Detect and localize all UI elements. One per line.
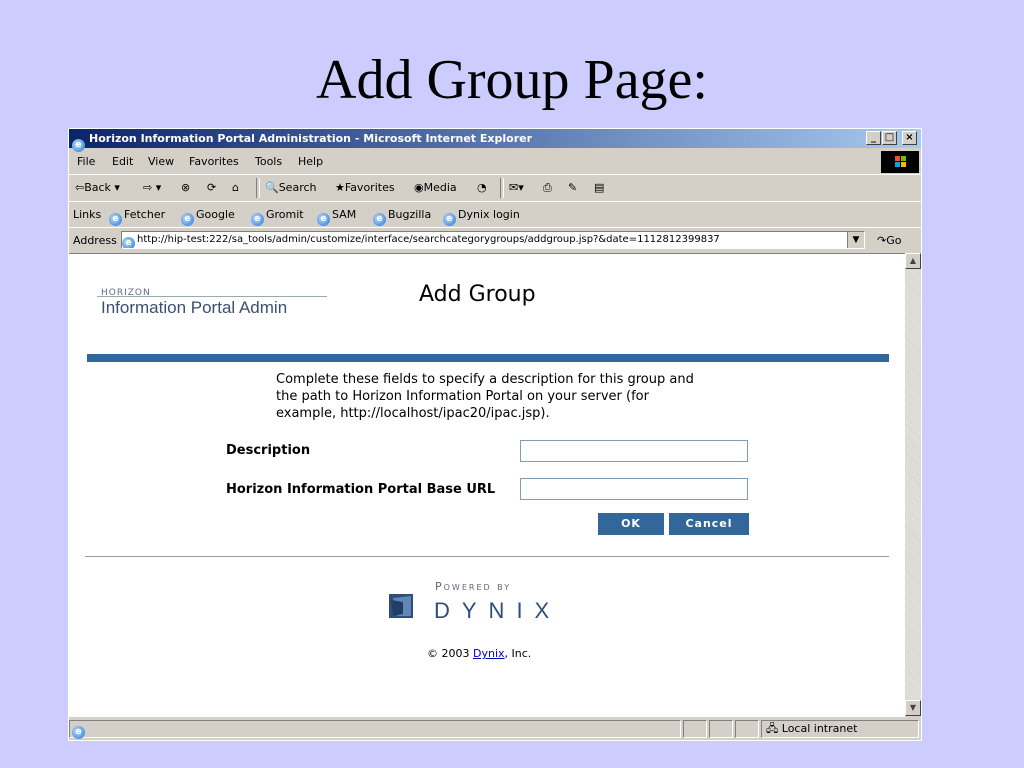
discuss-icon[interactable]: ▤ — [594, 181, 604, 194]
status-zone: 🖧 Local intranet — [761, 720, 919, 738]
status-cell — [709, 720, 733, 738]
page-content: HORIZON Information Portal Admin Add Gro… — [69, 253, 905, 717]
copyright: © 2003 Dynix, Inc. — [427, 647, 532, 660]
star-icon: ★ — [335, 181, 345, 194]
page-heading: Add Group — [419, 282, 536, 307]
page-status-icon: e — [72, 726, 85, 739]
scroll-down-icon[interactable]: ▼ — [905, 700, 921, 716]
minimize-button[interactable]: _ — [866, 131, 881, 145]
standard-toolbar: ⇦Back ▾ ⇨ ▾ ⊗ ⟳ ⌂ 🔍Search ★Favorites ◉Me… — [69, 174, 921, 201]
ie-page-icon: e — [373, 213, 386, 226]
cancel-button[interactable]: Cancel — [669, 513, 749, 535]
base-url-label: Horizon Information Portal Base URL — [226, 482, 496, 497]
logo-divider — [97, 296, 327, 297]
window-title: Horizon Information Portal Administratio… — [89, 132, 533, 145]
scroll-up-icon[interactable]: ▲ — [905, 253, 921, 269]
menu-help[interactable]: Help — [298, 155, 323, 168]
mail-icon[interactable]: ✉▾ — [509, 181, 524, 194]
link-bugzilla[interactable]: e Bugzilla — [373, 208, 431, 226]
media-button[interactable]: ◉Media — [414, 181, 457, 194]
link-gromit[interactable]: e Gromit — [251, 208, 304, 226]
link-dynix-login[interactable]: e Dynix login — [443, 208, 520, 226]
address-bar: Address e http://hip-test:222/sa_tools/ad… — [69, 227, 921, 252]
description-label: Description — [226, 443, 311, 458]
base-url-input[interactable] — [520, 478, 748, 500]
refresh-icon[interactable]: ⟳ — [207, 181, 216, 194]
media-icon: ◉ — [414, 181, 424, 194]
menu-favorites[interactable]: Favorites — [189, 155, 239, 168]
address-input[interactable]: e http://hip-test:222/sa_tools/admin/cust… — [121, 231, 865, 249]
windows-logo-icon — [881, 151, 919, 173]
logo-title: Information Portal Admin — [101, 298, 288, 317]
header-rule — [87, 354, 889, 362]
forward-button[interactable]: ⇨ ▾ — [143, 181, 161, 194]
intro-text: Complete these fields to specify a descr… — [276, 372, 694, 421]
favorites-button[interactable]: ★Favorites — [335, 181, 395, 194]
ok-button[interactable]: OK — [598, 513, 664, 535]
menu-bar: File Edit View Favorites Tools Help — [69, 149, 921, 173]
ie-page-icon: e — [122, 237, 135, 248]
status-main: e — [69, 720, 681, 739]
dynix-brand: DYNIX — [434, 598, 562, 623]
toolbar-separator — [500, 178, 504, 198]
search-button[interactable]: 🔍Search — [265, 181, 317, 194]
menu-tools[interactable]: Tools — [255, 155, 282, 168]
ie-page-icon: e — [317, 213, 330, 226]
slide-title: Add Group Page: — [316, 49, 708, 111]
address-url: http://hip-test:222/sa_tools/admin/custo… — [137, 234, 720, 245]
links-bar: Links e Fetcher e Google e Gromit e SAM e Bug… — [69, 201, 921, 226]
address-dropdown-icon[interactable]: ▼ — [847, 232, 864, 248]
description-input[interactable] — [520, 440, 748, 462]
ie-icon: e — [72, 131, 86, 152]
intranet-icon: 🖧 — [766, 722, 779, 735]
go-arrow-icon: ↷ — [877, 234, 887, 247]
edit-icon[interactable]: ✎ — [568, 181, 577, 194]
search-icon: 🔍 — [265, 181, 279, 194]
status-cell — [683, 720, 707, 738]
ie-page-icon: e — [181, 213, 194, 226]
footer-rule — [85, 556, 889, 557]
menu-view[interactable]: View — [148, 155, 174, 168]
menu-file[interactable]: File — [77, 155, 95, 168]
home-icon[interactable]: ⌂ — [232, 181, 239, 194]
back-button[interactable]: ⇦Back ▾ — [75, 181, 120, 194]
link-google[interactable]: e Google — [181, 208, 235, 226]
toolbar-separator — [256, 178, 260, 198]
browser-window: e Horizon Information Portal Administrat… — [68, 128, 922, 741]
ie-page-icon: e — [109, 213, 122, 226]
menu-edit[interactable]: Edit — [112, 155, 133, 168]
vertical-scrollbar[interactable]: ▲ ▼ — [905, 253, 921, 716]
print-icon[interactable]: ⎙ — [543, 181, 552, 195]
history-icon[interactable]: ◔ — [477, 181, 487, 194]
go-button[interactable]: ↷Go — [877, 234, 901, 247]
dynix-link[interactable]: Dynix — [473, 647, 505, 660]
ie-page-icon: e — [443, 213, 456, 226]
title-bar: e Horizon Information Portal Administrat… — [69, 129, 921, 152]
links-label: Links — [73, 208, 102, 221]
stop-icon[interactable]: ⊗ — [181, 181, 190, 194]
link-sam[interactable]: e SAM — [317, 208, 356, 226]
powered-by-text: Powered by — [435, 580, 512, 593]
link-fetcher[interactable]: e Fetcher — [109, 208, 165, 226]
ie-page-icon: e — [251, 213, 264, 226]
close-button[interactable]: × — [902, 131, 917, 145]
status-bar: e 🖧 Local intranet — [69, 719, 921, 739]
back-arrow-icon: ⇦ — [75, 181, 85, 194]
maximize-button[interactable]: □ — [882, 131, 897, 145]
status-cell — [735, 720, 759, 738]
dynix-logo-icon — [389, 594, 413, 618]
forward-arrow-icon: ⇨ ▾ — [143, 181, 162, 194]
address-label: Address — [73, 234, 117, 247]
